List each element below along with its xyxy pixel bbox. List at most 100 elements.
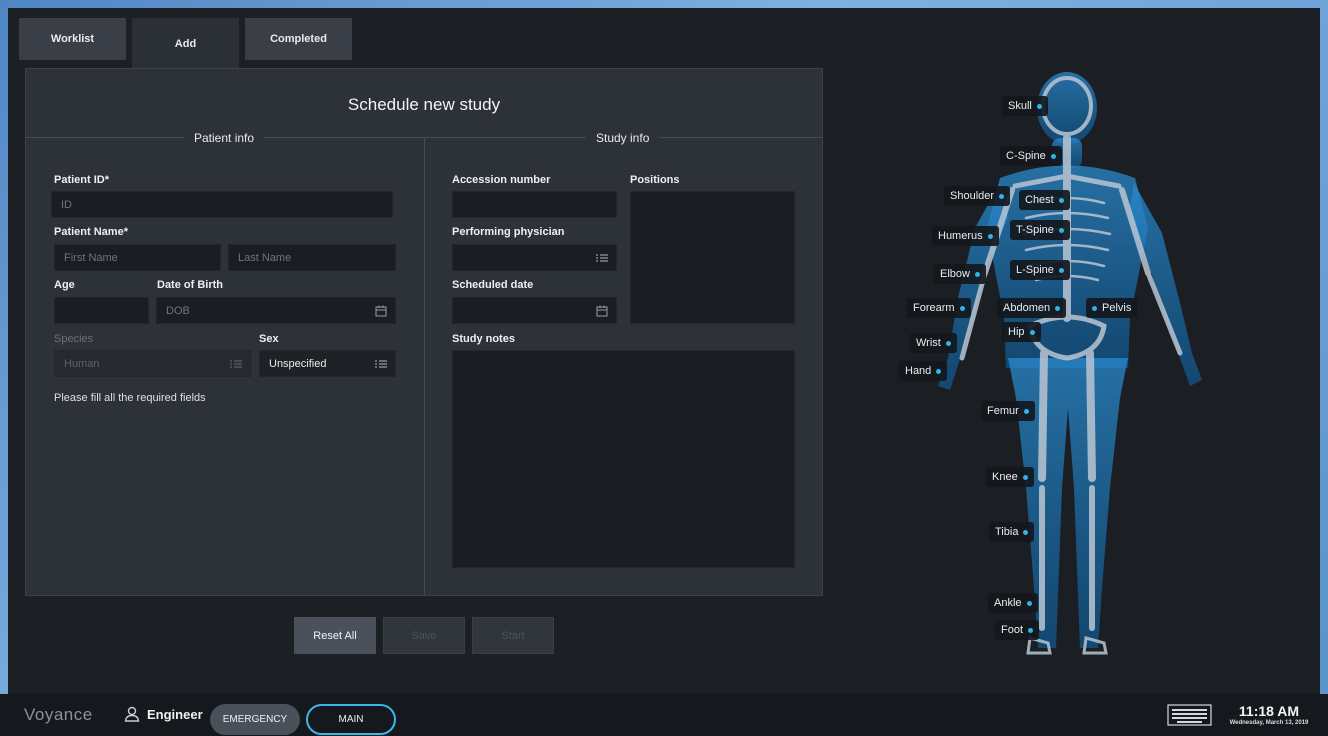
tab-completed[interactable]: Completed [245,18,352,60]
pin-label: Ankle [994,597,1022,609]
pin-label: Chest [1025,194,1054,206]
scheduled-date-input[interactable] [452,297,617,324]
pin-label: Hand [905,365,932,377]
emergency-button[interactable]: EMERGENCY [210,704,300,735]
pin-pelvis[interactable]: Pelvis [1086,298,1138,318]
pin-label: Skull [1008,100,1032,112]
pin-dot [987,233,993,239]
age-input[interactable] [54,297,149,324]
pin-humerus[interactable]: Humerus [932,226,999,246]
pin-label: Femur [987,405,1019,417]
pin-label: T-Spine [1016,224,1054,236]
pin-hip[interactable]: Hip [1002,322,1041,342]
study-notes-label: Study notes [452,333,515,345]
patient-name-label: Patient Name* [54,226,128,238]
pin-t-spine[interactable]: T-Spine [1010,220,1070,240]
pin-tibia[interactable]: Tibia [989,522,1035,542]
pin-dot [1029,329,1035,335]
clock-date: Wednesday, March 13, 2019 [1229,720,1309,726]
pin-l-spine[interactable]: L-Spine [1010,260,1070,280]
dob-label: Date of Birth [157,279,223,291]
tab-add[interactable]: Add [132,18,239,70]
accession-input[interactable] [452,191,617,218]
pin-dot [1026,600,1032,606]
pin-label: Abdomen [1003,302,1051,314]
pin-foot[interactable]: Foot [995,620,1040,640]
accession-label: Accession number [452,174,551,186]
pin-dot [1036,103,1042,109]
pin-label: Humerus [938,230,983,242]
pin-ankle[interactable]: Ankle [988,593,1038,613]
pin-label: Knee [992,471,1018,483]
physician-select[interactable] [452,244,617,271]
pin-knee[interactable]: Knee [986,467,1034,487]
clock: 11:18 AM Wednesday, March 13, 2019 [1226,703,1312,726]
dob-input[interactable]: DOB [156,297,396,324]
pin-dot [936,368,942,374]
pin-skull[interactable]: Skull [1002,96,1048,116]
sex-value: Unspecified [269,357,327,370]
scheduled-date-label: Scheduled date [452,279,534,291]
reset-all-button[interactable]: Reset All [294,617,376,654]
patient-info-header: Patient info [184,131,265,145]
pin-femur[interactable]: Femur [981,401,1035,421]
user-name[interactable]: Engineer [147,707,203,722]
study-info-header: Study info [586,131,660,145]
tab-bar: Worklist Add Completed [19,18,352,70]
species-value: Human [64,357,100,370]
pin-dot [1058,197,1064,203]
main-button[interactable]: MAIN [306,704,396,735]
pin-dot [974,271,980,277]
save-button[interactable]: Save [383,617,465,654]
schedule-form-panel: Schedule new study Patient info Study in… [25,68,823,596]
sex-label: Sex [259,333,279,345]
pin-dot [1023,529,1029,535]
required-fields-hint: Please fill all the required fields [54,392,206,404]
positions-list[interactable] [630,191,795,324]
app-window: Worklist Add Completed Schedule new stud… [8,8,1320,694]
pin-chest[interactable]: Chest [1019,190,1070,210]
divider-vertical [424,137,425,595]
start-button[interactable]: Start [472,617,554,654]
pin-wrist[interactable]: Wrist [910,333,957,353]
pin-dot [1092,305,1097,311]
pin-abdomen[interactable]: Abdomen [997,298,1067,318]
species-select: Human [54,350,251,377]
pin-label: Tibia [995,526,1019,538]
pin-dot [1058,267,1064,273]
pin-hand[interactable]: Hand [899,361,948,381]
pin-label: Foot [1001,624,1024,636]
pin-dot [1023,408,1029,414]
form-title: Schedule new study [347,95,501,114]
dob-placeholder: DOB [166,304,190,317]
pin-dot [1028,627,1034,633]
list-icon [596,252,608,266]
pin-dot [1058,227,1064,233]
tab-worklist[interactable]: Worklist [19,18,126,60]
pin-elbow[interactable]: Elbow [934,264,986,284]
pin-dot [1055,305,1061,311]
pin-shoulder[interactable]: Shoulder [944,186,1011,206]
pin-dot [1050,153,1056,159]
pin-label: Forearm [913,302,955,314]
last-name-input[interactable]: Last Name [228,244,396,271]
keyboard-icon[interactable] [1167,704,1212,726]
pin-label: Pelvis [1102,302,1132,314]
list-icon [375,358,387,372]
first-name-input[interactable]: First Name [54,244,221,271]
calendar-icon[interactable] [596,305,608,320]
list-icon [230,358,242,372]
pin-c-spine[interactable]: C-Spine [1000,146,1062,166]
age-label: Age [54,279,75,291]
brand-logo: Voyance [24,705,93,724]
study-notes-input[interactable] [452,350,795,568]
pin-forearm[interactable]: Forearm [907,298,971,318]
pin-label: Elbow [940,268,970,280]
body-part-selector: Skull C-Spine Shoulder Chest Humerus T-S… [830,68,1304,674]
patient-id-input[interactable]: ID [51,191,393,218]
pin-dot [959,305,965,311]
pin-label: Wrist [916,337,941,349]
species-label: Species [54,333,94,345]
calendar-icon[interactable] [375,305,387,320]
sex-select[interactable]: Unspecified [259,350,396,377]
